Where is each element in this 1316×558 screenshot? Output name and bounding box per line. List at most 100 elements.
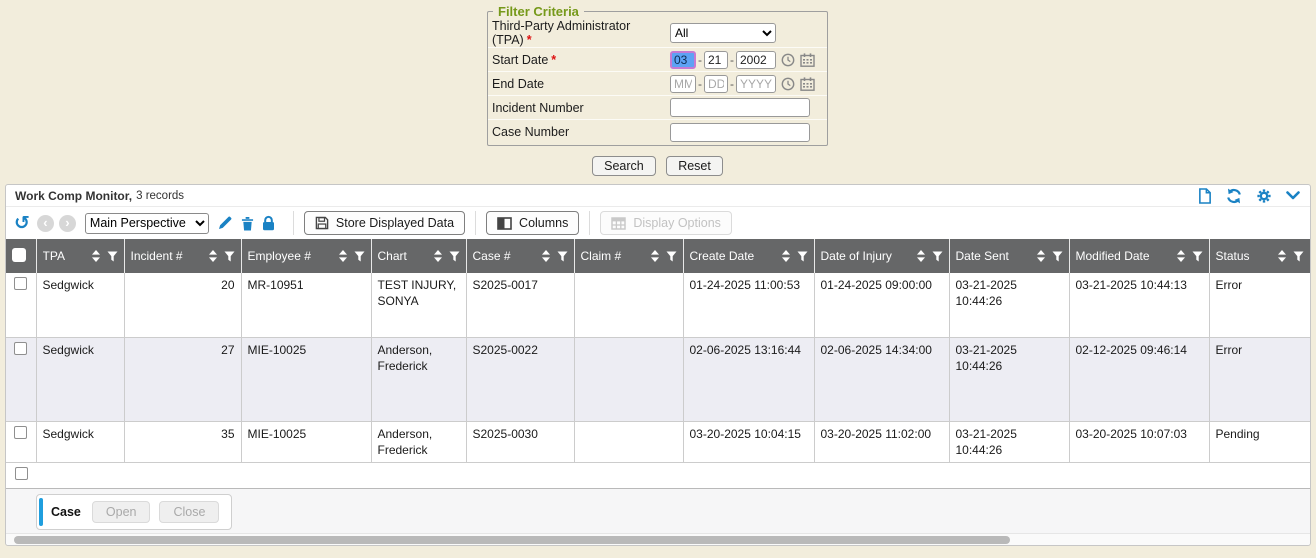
filter-row-start-date: Start Date* - - xyxy=(488,48,827,72)
horizontal-scrollbar-track[interactable] xyxy=(6,533,1310,545)
row-checkbox[interactable] xyxy=(14,342,27,355)
cell-claim xyxy=(574,273,683,337)
date-separator: - xyxy=(698,77,702,91)
table-row: Sedgwick 27 MIE-10025 Anderson, Frederic… xyxy=(6,337,1310,421)
date-separator: - xyxy=(698,53,702,67)
lock-icon[interactable] xyxy=(262,215,275,231)
columns-label: Columns xyxy=(519,216,568,230)
start-date-clock-icon[interactable] xyxy=(781,53,795,67)
save-disk-icon xyxy=(315,216,329,230)
end-date-clock-icon[interactable] xyxy=(781,77,795,91)
start-date-year-input[interactable] xyxy=(736,51,776,69)
nav-forward-button[interactable]: › xyxy=(59,215,76,232)
start-date-month-input[interactable] xyxy=(670,51,696,69)
sort-icon[interactable] xyxy=(1278,250,1286,262)
column-header-employee: Employee # xyxy=(241,239,371,273)
filter-icon[interactable] xyxy=(666,251,677,262)
cell-status: Error xyxy=(1209,273,1310,337)
sort-icon[interactable] xyxy=(339,250,347,262)
select-all-checkbox[interactable] xyxy=(12,248,26,262)
horizontal-scrollbar-thumb[interactable] xyxy=(14,536,1010,544)
cell-case: S2025-0022 xyxy=(466,337,574,421)
table-row: Sedgwick 20 MR-10951 TEST INJURY, SONYA … xyxy=(6,273,1310,337)
select-all-footer-checkbox[interactable] xyxy=(15,467,28,480)
filter-icon[interactable] xyxy=(1293,251,1304,262)
required-marker: * xyxy=(551,53,556,67)
store-displayed-data-button[interactable]: Store Displayed Data xyxy=(304,211,465,235)
filter-icon[interactable] xyxy=(354,251,365,262)
sort-icon[interactable] xyxy=(917,250,925,262)
start-date-day-input[interactable] xyxy=(704,51,728,69)
toolbar-divider xyxy=(475,211,476,235)
sort-icon[interactable] xyxy=(542,250,550,262)
cell-employee: MIE-10025 xyxy=(241,337,371,421)
sort-icon[interactable] xyxy=(782,250,790,262)
cell-employee: MR-10951 xyxy=(241,273,371,337)
search-button[interactable]: Search xyxy=(592,156,656,176)
row-checkbox[interactable] xyxy=(14,426,27,439)
filter-icon[interactable] xyxy=(932,251,943,262)
cell-claim xyxy=(574,337,683,421)
incident-number-label: Incident Number xyxy=(492,101,584,115)
document-icon[interactable] xyxy=(1198,188,1212,204)
reset-button[interactable]: Reset xyxy=(666,156,723,176)
delete-trash-icon[interactable] xyxy=(241,216,254,231)
column-header-date-of-injury: Date of Injury xyxy=(814,239,949,273)
store-displayed-data-label: Store Displayed Data xyxy=(336,216,454,230)
nav-back-button[interactable]: ‹ xyxy=(37,215,54,232)
edit-pencil-icon[interactable] xyxy=(217,215,233,231)
filter-legend: Filter Criteria xyxy=(493,4,584,19)
filter-icon[interactable] xyxy=(107,251,118,262)
cell-create-date: 03-20-2025 10:04:15 xyxy=(683,421,814,462)
column-header-select-all xyxy=(6,239,36,273)
perspective-select[interactable]: Main Perspective xyxy=(85,213,209,234)
column-header-modified-date: Modified Date xyxy=(1069,239,1209,273)
end-date-year-input[interactable] xyxy=(736,75,776,93)
sort-icon[interactable] xyxy=(209,250,217,262)
row-checkbox[interactable] xyxy=(14,277,27,290)
end-date-month-input[interactable] xyxy=(670,75,696,93)
filter-icon[interactable] xyxy=(224,251,235,262)
sort-icon[interactable] xyxy=(1037,250,1045,262)
filter-icon[interactable] xyxy=(797,251,808,262)
cell-incident: 35 xyxy=(124,421,241,462)
undo-icon[interactable]: ↺ xyxy=(14,214,30,233)
grid-title: Work Comp Monitor, xyxy=(15,189,132,203)
incident-number-input[interactable] xyxy=(670,98,810,117)
end-date-calendar-icon[interactable] xyxy=(800,77,815,91)
grid-titlebar: Work Comp Monitor, 3 records xyxy=(6,185,1310,207)
filter-icon[interactable] xyxy=(1192,251,1203,262)
filter-row-tpa: Third-Party Administrator (TPA)* All xyxy=(488,19,827,48)
sort-icon[interactable] xyxy=(92,250,100,262)
sort-icon[interactable] xyxy=(434,250,442,262)
open-button: Open xyxy=(92,501,151,523)
refresh-icon[interactable] xyxy=(1226,188,1242,204)
columns-button[interactable]: Columns xyxy=(486,211,579,235)
cell-modified-date: 03-20-2025 10:07:03 xyxy=(1069,421,1209,462)
end-date-day-input[interactable] xyxy=(704,75,728,93)
required-marker: * xyxy=(527,33,532,47)
tpa-select[interactable]: All xyxy=(670,23,776,43)
cell-date-of-injury: 01-24-2025 09:00:00 xyxy=(814,273,949,337)
filter-icon[interactable] xyxy=(449,251,460,262)
display-options-button: Display Options xyxy=(600,211,732,235)
column-header-case: Case # xyxy=(466,239,574,273)
columns-icon xyxy=(497,217,512,230)
case-number-label: Case Number xyxy=(492,125,569,139)
start-date-calendar-icon[interactable] xyxy=(800,53,815,67)
cell-case: S2025-0030 xyxy=(466,421,574,462)
work-comp-table: TPA Incident # Employee # Chart Case # C… xyxy=(6,239,1310,489)
filter-buttons: Search Reset xyxy=(487,156,828,176)
filter-icon[interactable] xyxy=(557,251,568,262)
cell-status: Pending xyxy=(1209,421,1310,462)
gear-icon[interactable] xyxy=(1256,188,1272,204)
collapse-chevron-icon[interactable] xyxy=(1286,191,1300,200)
case-number-input[interactable] xyxy=(670,123,810,142)
display-options-label: Display Options xyxy=(633,216,721,230)
table-row: Sedgwick 35 MIE-10025 Anderson, Frederic… xyxy=(6,421,1310,462)
sort-icon[interactable] xyxy=(651,250,659,262)
sort-icon[interactable] xyxy=(1177,250,1185,262)
filter-icon[interactable] xyxy=(1052,251,1063,262)
display-options-icon xyxy=(611,217,626,230)
filter-row-case-number: Case Number xyxy=(488,120,827,144)
